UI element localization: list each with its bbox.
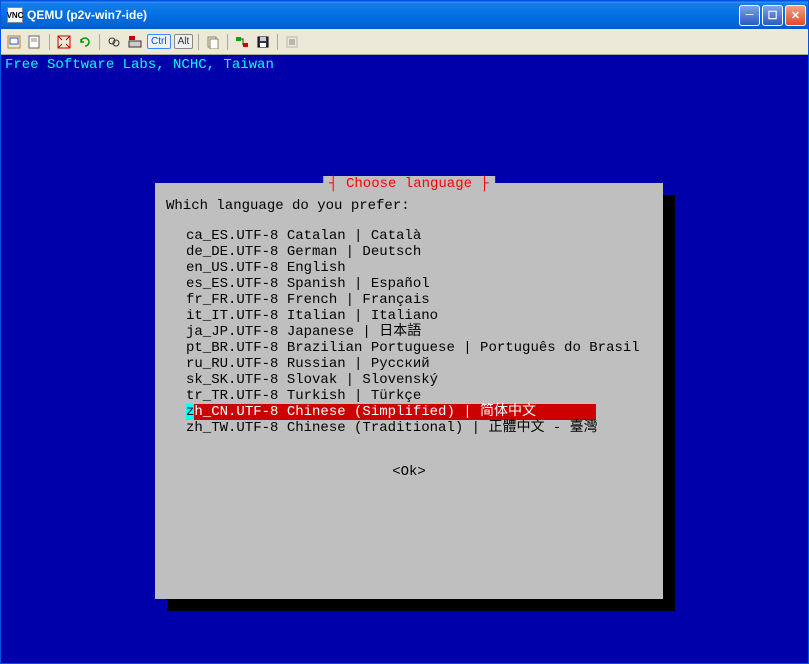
separator — [227, 34, 228, 50]
dialog-content: Which language do you prefer: ca_ES.UTF-… — [156, 184, 662, 490]
separator — [198, 34, 199, 50]
disconnect-icon[interactable] — [283, 33, 301, 51]
language-option[interactable]: ru_RU.UTF-8 Russian | Русский — [186, 356, 652, 372]
language-list[interactable]: ca_ES.UTF-8 Catalan | Catalàde_DE.UTF-8 … — [166, 228, 652, 436]
separator — [99, 34, 100, 50]
console-area[interactable]: Free Software Labs, NCHC, Taiwan ┤ Choos… — [1, 55, 808, 663]
language-option[interactable]: pt_BR.UTF-8 Brazilian Portuguese | Portu… — [186, 340, 652, 356]
alt-key-button[interactable]: Alt — [174, 34, 194, 49]
language-option[interactable]: it_IT.UTF-8 Italian | Italiano — [186, 308, 652, 324]
language-option[interactable]: de_DE.UTF-8 German | Deutsch — [186, 244, 652, 260]
maximize-button[interactable]: ☐ — [762, 5, 783, 26]
close-button[interactable]: ✕ — [785, 5, 806, 26]
save-connection-icon[interactable] — [26, 33, 44, 51]
language-option[interactable]: ja_JP.UTF-8 Japanese | 日本語 — [186, 324, 652, 340]
window-controls: ─ ☐ ✕ — [739, 5, 806, 26]
language-dialog: ┤ Choose language ├ Which language do yo… — [155, 183, 663, 599]
toolbar: Ctrl Alt — [1, 29, 808, 55]
transfer-icon[interactable] — [233, 33, 251, 51]
language-option[interactable]: sk_SK.UTF-8 Slovak | Slovenský — [186, 372, 652, 388]
console-header: Free Software Labs, NCHC, Taiwan — [5, 57, 274, 73]
send-keys-icon[interactable] — [126, 33, 144, 51]
separator — [277, 34, 278, 50]
refresh-icon[interactable] — [76, 33, 94, 51]
qemu-window: VNC QEMU (p2v-win7-ide) ─ ☐ ✕ Ctrl Alt — [0, 0, 809, 664]
language-option[interactable]: en_US.UTF-8 English — [186, 260, 652, 276]
language-option[interactable]: zh_CN.UTF-8 Chinese (Simplified) | 简体中文 — [186, 404, 596, 420]
ctrl-key-button[interactable]: Ctrl — [147, 34, 171, 49]
ctrl-alt-del-icon[interactable] — [105, 33, 123, 51]
language-option[interactable]: zh_TW.UTF-8 Chinese (Traditional) | 正體中文… — [186, 420, 652, 436]
language-option[interactable]: fr_FR.UTF-8 French | Français — [186, 292, 652, 308]
clipboard-icon[interactable] — [204, 33, 222, 51]
dialog-prompt: Which language do you prefer: — [166, 198, 652, 214]
language-option[interactable]: tr_TR.UTF-8 Turkish | Türkçe — [186, 388, 652, 404]
new-connection-icon[interactable] — [5, 33, 23, 51]
language-option[interactable]: es_ES.UTF-8 Spanish | Español — [186, 276, 652, 292]
fullscreen-icon[interactable] — [55, 33, 73, 51]
disk-icon[interactable] — [254, 33, 272, 51]
separator — [49, 34, 50, 50]
ok-button[interactable]: <Ok> — [166, 464, 652, 480]
minimize-button[interactable]: ─ — [739, 5, 760, 26]
dialog-title: ┤ Choose language ├ — [323, 176, 495, 192]
titlebar[interactable]: VNC QEMU (p2v-win7-ide) ─ ☐ ✕ — [1, 1, 808, 29]
language-option[interactable]: ca_ES.UTF-8 Catalan | Català — [186, 228, 652, 244]
window-title: QEMU (p2v-win7-ide) — [27, 8, 739, 22]
app-icon: VNC — [7, 7, 23, 23]
